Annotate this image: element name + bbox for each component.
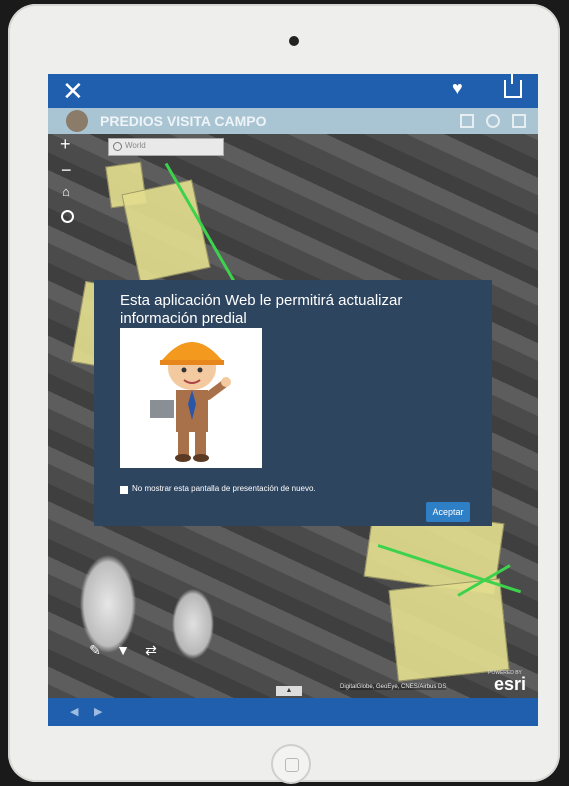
zoom-out-button[interactable]: − — [61, 160, 72, 181]
search-icon — [113, 142, 122, 151]
esri-logo: esri — [494, 674, 527, 694]
attribution: DigitalGlobe, GeoEye, CNES/Airbus DS — [340, 684, 447, 690]
avatar — [66, 110, 88, 132]
search-placeholder: World — [125, 141, 146, 150]
app-title-bar: PREDIOS VISITA CAMPO — [48, 108, 538, 134]
app-title: PREDIOS VISITA CAMPO — [100, 113, 267, 129]
map-view[interactable]: + − World ⌂ Esta aplicación Web le permi… — [48, 134, 538, 704]
splash-dialog: Esta aplicación Web le permitirá actuali… — [94, 280, 492, 526]
layers-icon[interactable] — [486, 114, 500, 128]
front-camera — [289, 36, 299, 46]
home-button-square — [285, 758, 299, 772]
locate-icon[interactable] — [61, 210, 74, 223]
expand-attribution-button[interactable]: ▲ — [276, 686, 302, 696]
prev-arrow-icon[interactable]: ◀ — [70, 705, 78, 718]
zoom-in-button[interactable]: + — [60, 134, 71, 155]
home-icon[interactable]: ⌂ — [62, 184, 70, 199]
heart-icon[interactable]: ♥ — [452, 78, 463, 99]
splash-title: Esta aplicación Web le permitirá actuali… — [120, 292, 403, 327]
next-arrow-icon[interactable]: ▶ — [94, 705, 102, 718]
parcel-polygon[interactable] — [388, 578, 510, 682]
engineer-illustration-svg — [150, 342, 231, 462]
accept-button[interactable]: Aceptar — [426, 502, 470, 522]
tablet-device: ✕ ♥ PREDIOS VISITA CAMPO + − World ⌂ Est… — [8, 4, 560, 784]
parcel-polygon[interactable] — [121, 179, 211, 283]
close-icon[interactable]: ✕ — [62, 76, 84, 106]
swap-icon[interactable]: ⇄ — [142, 642, 160, 660]
share-icon[interactable] — [504, 74, 522, 98]
legend-icon[interactable] — [460, 114, 474, 128]
app-screen: ✕ ♥ PREDIOS VISITA CAMPO + − World ⌂ Est… — [48, 74, 538, 726]
search-input[interactable]: World — [108, 138, 224, 156]
top-bar: ✕ ♥ — [48, 74, 538, 108]
device-home-button[interactable] — [271, 744, 311, 784]
bottom-bar: ◀ ▶ — [48, 698, 538, 726]
basemap-icon[interactable] — [512, 114, 526, 128]
engineer-illustration — [120, 328, 262, 468]
dont-show-checkbox[interactable] — [120, 486, 128, 494]
edit-icon[interactable]: ✎ — [86, 642, 104, 660]
filter-icon[interactable]: ▼ — [114, 642, 132, 660]
dont-show-label: No mostrar esta pantalla de presentación… — [132, 484, 316, 493]
